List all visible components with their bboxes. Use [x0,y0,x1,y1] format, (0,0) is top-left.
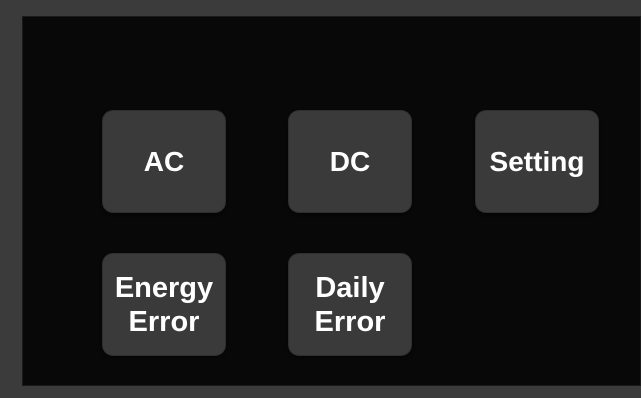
energy-error-button[interactable]: Energy Error [103,254,225,355]
main-menu-screen: AC DC Setting Energy Error Daily Error [22,16,641,386]
energy-error-button-label: Energy Error [114,271,214,338]
ac-button-label: AC [143,145,185,177]
daily-error-button-label: Daily Error [314,271,386,338]
daily-error-button[interactable]: Daily Error [289,254,411,355]
dc-button[interactable]: DC [289,111,411,212]
setting-button-label: Setting [489,145,585,177]
setting-button[interactable]: Setting [476,111,598,212]
bottom-bezel [0,386,641,398]
dc-button-label: DC [329,145,371,177]
ac-button[interactable]: AC [103,111,225,212]
device-frame: AC DC Setting Energy Error Daily Error [0,0,641,398]
